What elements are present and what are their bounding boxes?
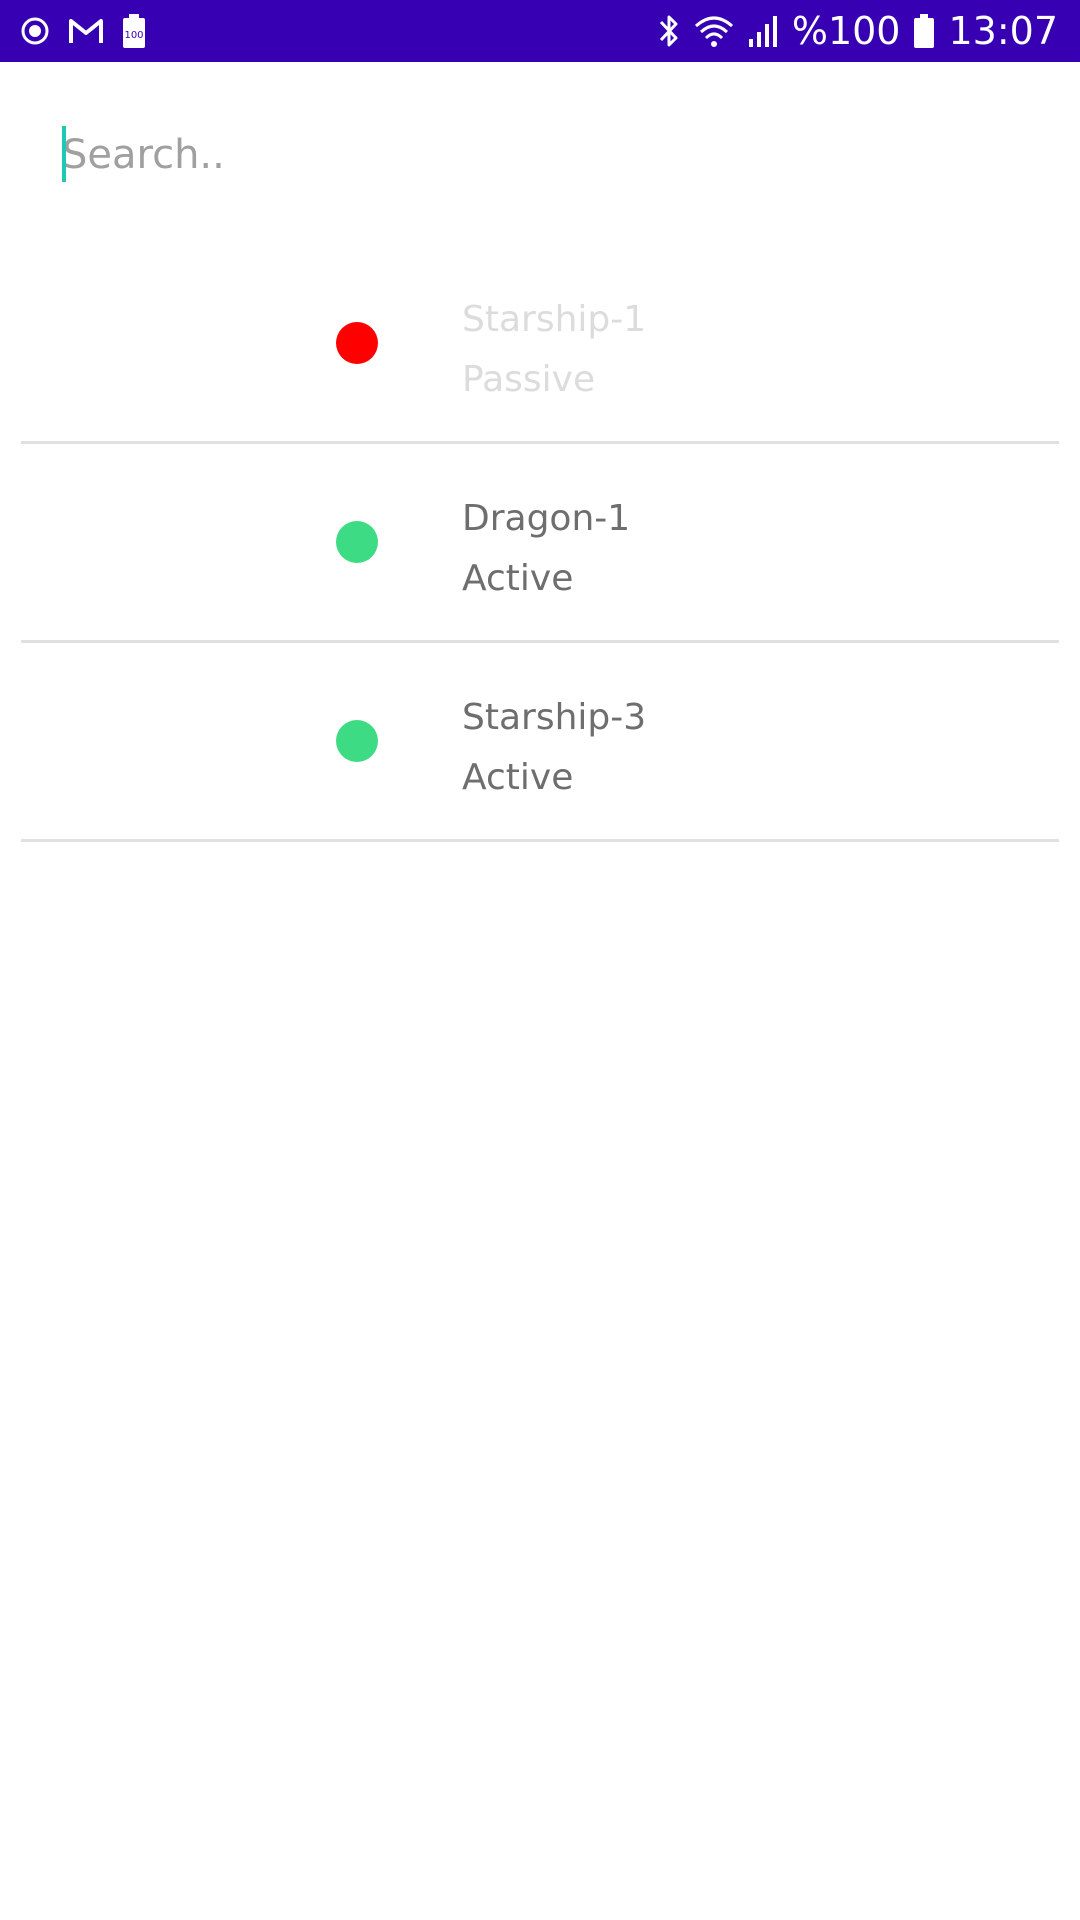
status-bar: 100 %100 13:07 <box>0 0 1080 62</box>
list-item-text: Dragon-1 Active <box>462 489 630 609</box>
status-bar-right: %100 13:07 <box>644 12 1058 50</box>
search-bar[interactable] <box>62 120 1022 190</box>
list-item[interactable]: Dragon-1 Active <box>21 444 1059 643</box>
ship-list: Starship-1 Passive Dragon-1 Active Stars… <box>21 245 1059 842</box>
wifi-icon <box>694 14 734 48</box>
status-dot <box>336 322 378 364</box>
bluetooth-icon <box>658 13 680 49</box>
clock: 13:07 <box>948 9 1058 53</box>
ship-name: Dragon-1 <box>462 498 631 539</box>
list-item-text: Starship-1 Passive <box>462 290 646 410</box>
ship-status: Active <box>462 757 574 798</box>
gmail-icon <box>68 17 104 45</box>
status-dot <box>336 720 378 762</box>
search-input[interactable] <box>62 120 1022 190</box>
list-item-text: Starship-3 Active <box>462 688 646 808</box>
signal-icon <box>748 15 778 47</box>
text-cursor <box>62 126 66 182</box>
list-item[interactable]: Starship-1 Passive <box>21 245 1059 444</box>
ship-status: Active <box>462 558 574 599</box>
battery-saver-label: 100 <box>124 30 143 41</box>
battery-icon <box>914 14 935 48</box>
status-dot <box>336 521 378 563</box>
ship-name: Starship-1 <box>462 299 647 340</box>
ship-name: Starship-3 <box>462 697 647 738</box>
ship-status: Passive <box>462 359 596 400</box>
record-icon <box>20 16 50 46</box>
status-bar-left: 100 <box>20 14 164 48</box>
list-item[interactable]: Starship-3 Active <box>21 643 1059 842</box>
battery-percent: %100 <box>791 9 901 53</box>
battery-saver-icon: 100 <box>122 14 146 48</box>
